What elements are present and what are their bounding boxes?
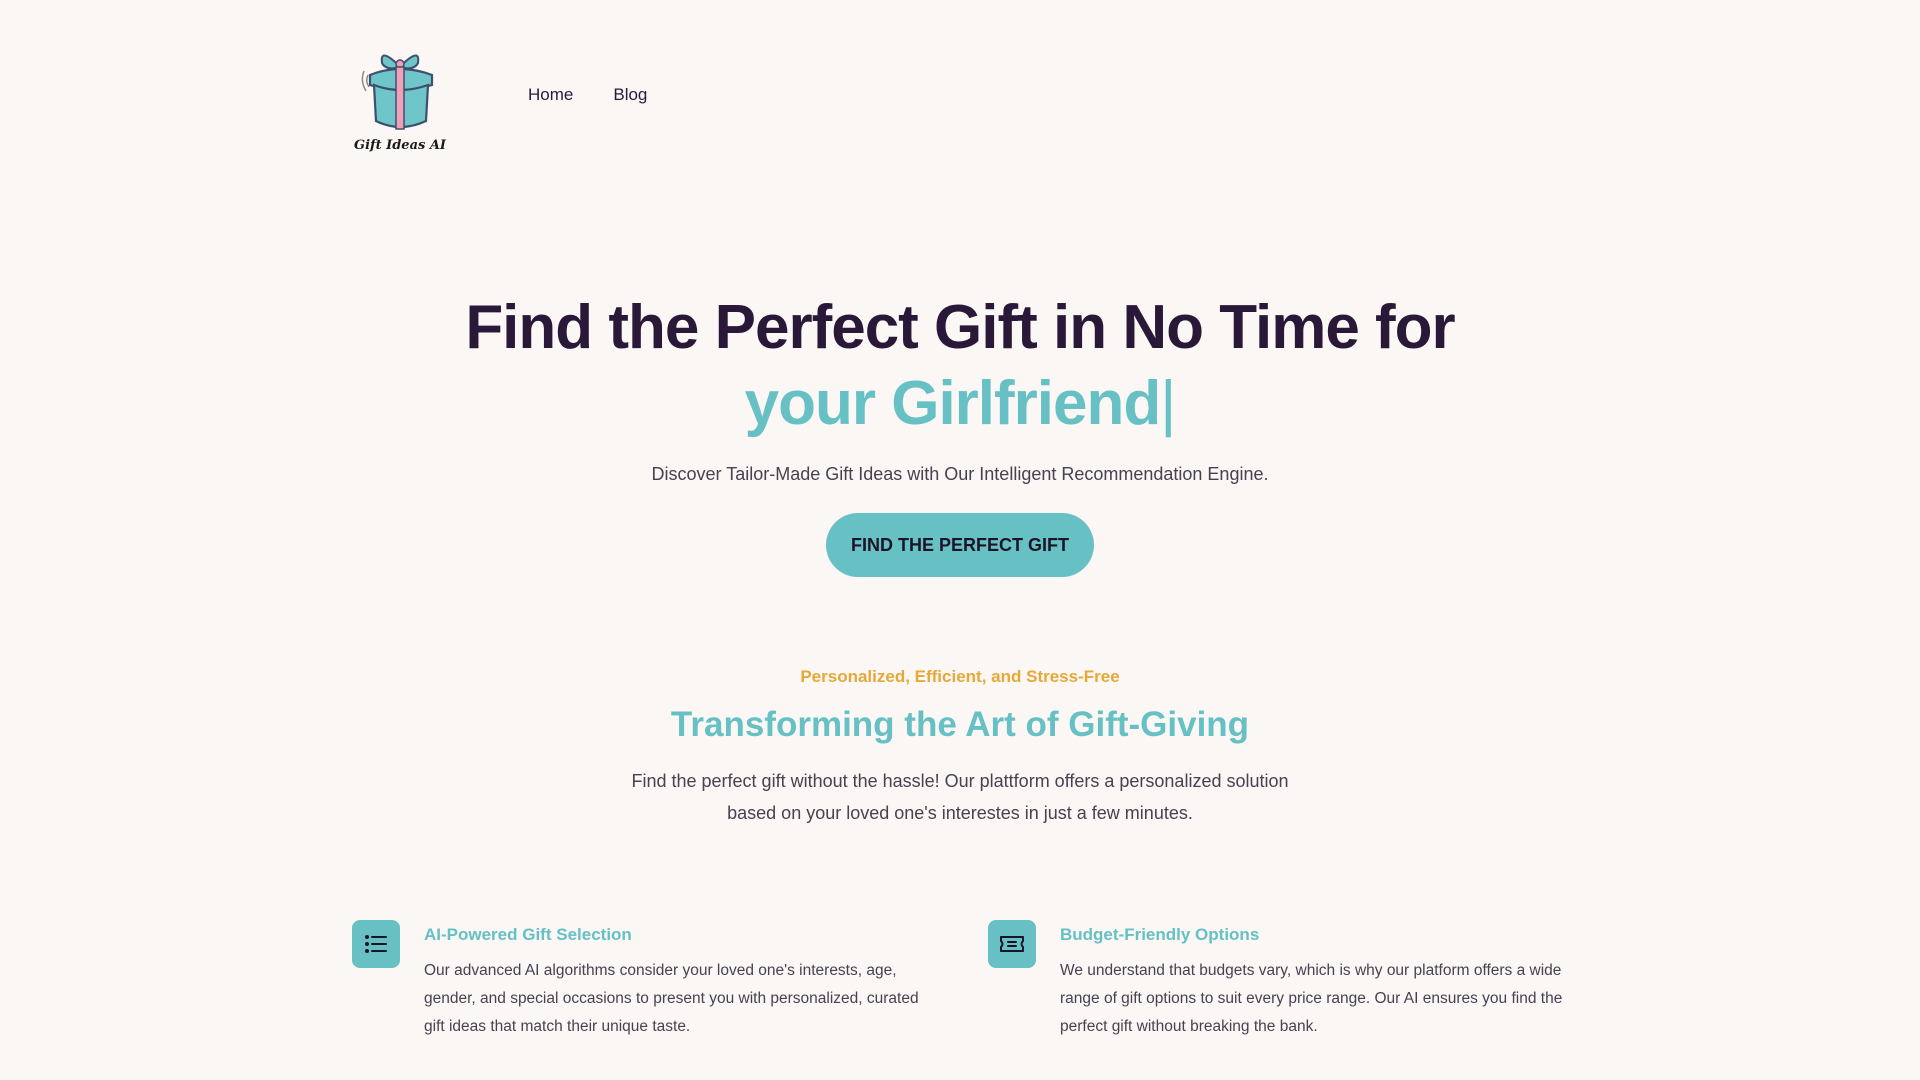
- hero-title: Find the Perfect Gift in No Time for you…: [0, 290, 1920, 442]
- nav-blog-link[interactable]: Blog: [613, 85, 647, 105]
- hero-typed-text: your Girlfriend: [744, 369, 1162, 438]
- feature-title: Budget-Friendly Options: [1060, 925, 1260, 944]
- typing-cursor: |: [1160, 369, 1176, 438]
- main-nav: Home Blog: [528, 85, 647, 105]
- hero-title-line2: your Girlfriend|: [0, 366, 1920, 442]
- ticket-icon: [988, 920, 1036, 968]
- feature-body: AI-Powered Gift Selection Our advanced A…: [424, 920, 932, 1041]
- feature-item: Budget-Friendly Options We understand th…: [988, 920, 1568, 1041]
- hero-section: Find the Perfect Gift in No Time for you…: [0, 290, 1920, 577]
- features-intro: Personalized, Efficient, and Stress-Free…: [0, 667, 1920, 829]
- hero-title-line1: Find the Perfect Gift in No Time for: [465, 293, 1455, 362]
- find-perfect-gift-button[interactable]: FIND THE PERFECT GIFT: [826, 513, 1094, 577]
- site-header: Gift Ideas AI Home Blog: [352, 36, 647, 164]
- feature-text: Our advanced AI algorithms consider your…: [424, 962, 919, 1035]
- features-description: Find the perfect gift without the hassle…: [631, 771, 1289, 823]
- list-icon: [352, 920, 400, 968]
- page: Gift Ideas AI Home Blog Find the Perfect…: [0, 0, 1920, 1080]
- features-title: Transforming the Art of Gift-Giving: [670, 705, 1250, 744]
- nav-home-link[interactable]: Home: [528, 85, 573, 105]
- features-list: AI-Powered Gift Selection Our advanced A…: [352, 920, 1568, 1041]
- feature-text: We understand that budgets vary, which i…: [1060, 962, 1563, 1035]
- svg-text:Gift Ideas AI: Gift Ideas AI: [354, 138, 447, 153]
- hero-subtitle: Discover Tailor-Made Gift Ideas with Our…: [651, 464, 1269, 484]
- feature-item: AI-Powered Gift Selection Our advanced A…: [352, 920, 932, 1041]
- feature-title: AI-Powered Gift Selection: [424, 925, 632, 944]
- feature-body: Budget-Friendly Options We understand th…: [1060, 920, 1568, 1041]
- features-eyebrow: Personalized, Efficient, and Stress-Free: [800, 667, 1120, 686]
- gift-logo-icon[interactable]: Gift Ideas AI: [352, 41, 470, 159]
